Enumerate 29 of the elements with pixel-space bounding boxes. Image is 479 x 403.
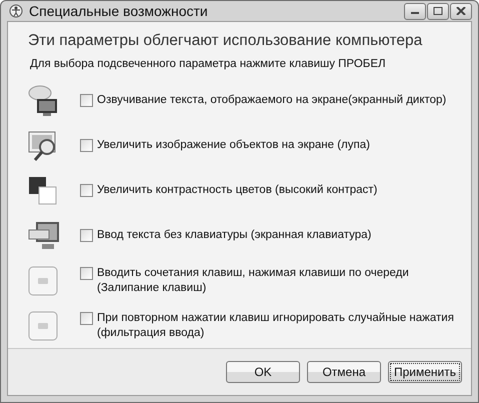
dialog-button[interactable]: Отмена	[307, 361, 381, 383]
contrast-icon	[28, 176, 58, 206]
dialog-button[interactable]: OK	[226, 361, 300, 383]
checkbox[interactable]	[80, 184, 93, 197]
checkbox[interactable]	[80, 312, 93, 324]
option-label[interactable]: Вводить сочетания клавиш, нажимая клавиши по очереди (Залипание клавиш)	[97, 266, 471, 296]
speech-monitor-icon	[28, 84, 60, 116]
option-label[interactable]: Озвучивание текста, отображаемого на экране(экранный диктор)	[97, 93, 446, 108]
keyboard-monitor-icon	[28, 220, 60, 252]
checkbox[interactable]	[80, 94, 93, 107]
maximize-icon	[433, 7, 443, 15]
checkbox[interactable]	[80, 266, 93, 280]
close-button[interactable]	[450, 2, 472, 20]
option-label[interactable]: Увеличить контрастность цветов (высокий контраст)	[97, 183, 378, 198]
checkbox[interactable]	[80, 139, 93, 152]
key-icon	[28, 266, 58, 296]
window-title: Специальные возможности	[29, 3, 209, 19]
checkbox[interactable]	[80, 229, 93, 242]
close-icon	[456, 7, 466, 15]
accessibility-icon	[9, 4, 23, 18]
key-icon	[28, 310, 58, 340]
hint-text: Для выбора подсвеченного параметра нажмите клавишу ПРОБЕЛ	[30, 58, 387, 70]
maximize-button[interactable]	[427, 2, 449, 20]
option-label[interactable]: При повторном нажатии клавиш игнорировать случайные нажатия (фильтрация ввода)	[97, 310, 471, 340]
dialog-button[interactable]: Применить	[388, 361, 462, 383]
option-label[interactable]: Увеличить изображение объектов на экране (лупа)	[97, 138, 370, 153]
heading: Эти параметры облегчают использование компьютера	[28, 32, 424, 50]
minimize-button[interactable]	[404, 2, 426, 20]
option-label[interactable]: Ввод текста без клавиатуры (экранная клавиатура)	[97, 228, 372, 243]
